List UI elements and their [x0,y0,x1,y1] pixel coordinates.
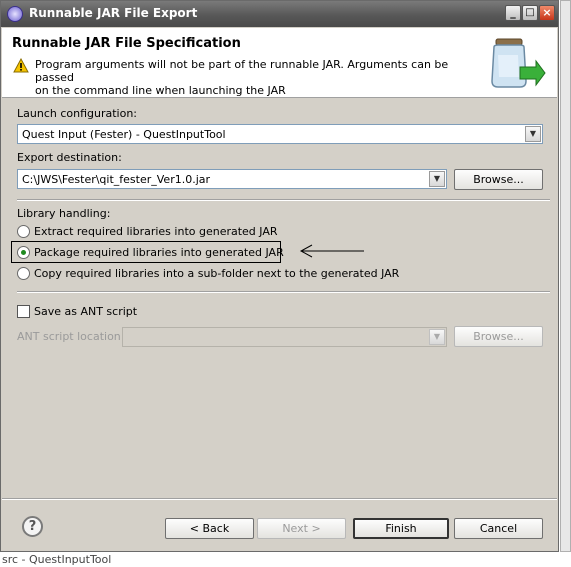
arrow-left-icon [299,244,364,258]
help-icon[interactable]: ? [22,516,43,537]
radio-package-label[interactable]: Package required libraries into generate… [34,246,284,259]
cancel-button[interactable]: Cancel [454,518,543,539]
jar-export-icon [491,38,546,88]
save-ant-checkbox[interactable] [17,305,30,318]
eclipse-icon [7,6,23,22]
library-handling-label: Library handling: [17,207,111,220]
back-button[interactable]: < Back [165,518,254,539]
ant-location-label: ANT script location: [17,330,125,343]
radio-package-libraries[interactable] [17,246,30,259]
separator [17,199,550,201]
radio-selected-dot [21,250,26,255]
launch-config-value: Quest Input (Fester) - QuestInputTool [22,128,226,141]
background-status-text: src - QuestInputTool [2,553,112,566]
chevron-down-icon[interactable]: ▼ [525,126,541,142]
ant-location-combo[interactable]: ▼ [122,327,447,347]
wizard-content: Launch configuration: Quest Input (Feste… [2,99,557,499]
warning-icon [13,58,29,73]
maximize-button[interactable]: □ [522,5,538,21]
export-browse-button[interactable]: Browse... [454,169,543,190]
header-message-line1: Program arguments will not be part of th… [35,58,449,84]
window-title: Runnable JAR File Export [29,6,198,20]
close-button[interactable]: × [539,5,555,21]
title-bar[interactable]: Runnable JAR File Export _ □ × [1,1,558,27]
separator [17,291,550,293]
launch-config-label: Launch configuration: [17,107,138,120]
export-destination-value: C:\JWS\Fester\qit_fester_Ver1.0.jar [22,173,211,186]
save-ant-label[interactable]: Save as ANT script [34,305,137,318]
launch-config-combo[interactable]: Quest Input (Fester) - QuestInputTool ▼ [17,124,543,144]
finish-button[interactable]: Finish [353,518,449,539]
radio-copy-libraries[interactable] [17,267,30,280]
wizard-header: Runnable JAR File Specification Program … [2,28,557,98]
radio-extract-label[interactable]: Extract required libraries into generate… [34,225,278,238]
header-message: Program arguments will not be part of th… [35,58,475,97]
footer-separator [2,498,557,500]
header-message-line2: on the command line when launching the J… [35,84,286,97]
chevron-down-icon[interactable]: ▼ [429,329,445,345]
chevron-down-icon[interactable]: ▼ [429,171,445,187]
radio-copy-label[interactable]: Copy required libraries into a sub-folde… [34,267,399,280]
page-title: Runnable JAR File Specification [12,36,241,51]
export-destination-combo[interactable]: C:\JWS\Fester\qit_fester_Ver1.0.jar ▼ [17,169,447,189]
export-dialog: Runnable JAR File Export _ □ × Runnable … [0,0,559,552]
radio-extract-libraries[interactable] [17,225,30,238]
ant-browse-button[interactable]: Browse... [454,326,543,347]
export-destination-label: Export destination: [17,151,122,164]
next-button[interactable]: Next > [257,518,346,539]
minimize-button[interactable]: _ [505,5,521,21]
background-panel-fragment [560,0,571,552]
